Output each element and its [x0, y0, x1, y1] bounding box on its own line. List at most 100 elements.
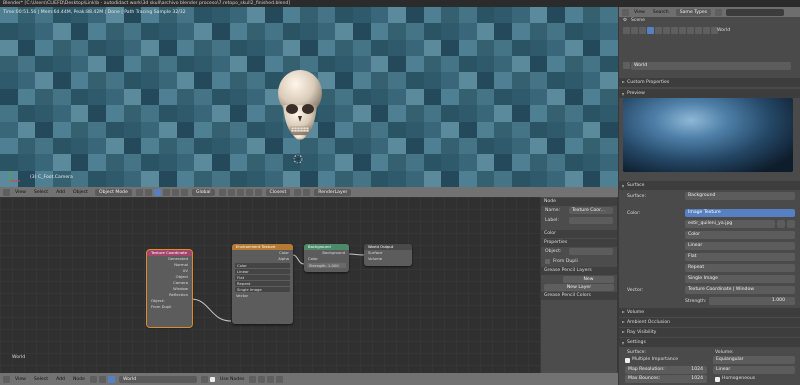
tab-particles-icon[interactable]	[703, 27, 710, 34]
menu-select[interactable]: Select	[31, 377, 51, 382]
color-input-dropdown[interactable]: Image Texture	[685, 209, 795, 217]
menu-view[interactable]: View	[12, 377, 29, 382]
editor-type-icon[interactable]	[3, 188, 10, 196]
3d-viewport[interactable]: Time:00:51.56 | Mem:64.44M, Peak:88.42M …	[0, 7, 618, 187]
image-projection-field[interactable]: Flat	[685, 253, 795, 261]
multiple-importance-checkbox[interactable]	[625, 358, 630, 363]
layer-icon[interactable]	[218, 188, 226, 196]
image-color-field[interactable]: Color	[685, 231, 795, 239]
shader-type-icon[interactable]	[89, 375, 97, 383]
preview-header[interactable]: Preview	[619, 89, 800, 98]
grease-pencil-layers-header[interactable]: Grease Pencil Layers	[541, 267, 617, 275]
world-datablock-field[interactable]: World	[631, 62, 791, 70]
image-extension-field[interactable]: Repeat	[685, 264, 795, 272]
object-field[interactable]	[569, 248, 613, 255]
homogeneous-checkbox[interactable]	[715, 377, 720, 382]
color-section-header[interactable]: Color	[541, 230, 617, 238]
scale-icon[interactable]	[180, 188, 188, 196]
tab-modifiers-icon[interactable]	[671, 27, 678, 34]
backdrop-icon[interactable]	[258, 375, 266, 383]
menu-add[interactable]: Add	[53, 190, 68, 195]
image-datablock-field[interactable]: estir_quileni_ya.jpg	[685, 220, 775, 228]
world-type-icon[interactable]	[107, 375, 115, 383]
custom-properties-header[interactable]: Custom Properties	[619, 78, 800, 87]
menu-view[interactable]: View	[12, 190, 29, 195]
world-field[interactable]: World	[118, 375, 197, 383]
skull-model[interactable]	[275, 69, 325, 147]
editor-type-icon[interactable]	[3, 375, 10, 383]
layer-icon[interactable]	[227, 188, 235, 196]
source-field[interactable]: Single Image	[235, 287, 290, 292]
new-grease-pencil-button[interactable]: New	[563, 276, 614, 283]
render-icon[interactable]	[294, 188, 302, 196]
max-bounces-field[interactable]: Max Bounces: 1024	[625, 375, 707, 383]
snap-dropdown[interactable]: Closest	[265, 188, 291, 196]
filter-icon[interactable]	[715, 8, 723, 16]
editor-type-icon[interactable]	[622, 8, 629, 16]
mode-dropdown[interactable]: Object Mode	[94, 188, 132, 196]
map-resolution-field[interactable]: Map Resolution: 1024	[625, 366, 707, 374]
display-mode-dropdown[interactable]: Same Types	[675, 8, 712, 16]
tab-scene-icon[interactable]	[639, 27, 646, 34]
properties-section-header[interactable]: Properties	[541, 239, 617, 247]
tab-material-icon[interactable]	[687, 27, 694, 34]
open-image-button[interactable]	[787, 220, 795, 228]
menu-node[interactable]: Node	[70, 377, 88, 382]
interpolation-field[interactable]: Linear	[235, 269, 290, 274]
node-section-header[interactable]: Node	[541, 198, 617, 206]
search-field[interactable]	[726, 8, 785, 16]
tab-world-icon[interactable]	[647, 27, 654, 34]
fake-user-icon[interactable]	[200, 375, 208, 383]
menu-add[interactable]: Add	[53, 377, 68, 382]
volume-interpolation-dropdown[interactable]: Linear	[713, 366, 795, 374]
surface-shader-dropdown[interactable]: Background	[685, 192, 795, 200]
menu-view[interactable]: View	[631, 10, 648, 15]
object-type-icon[interactable]	[98, 375, 106, 383]
node-editor[interactable]: Texture Coordinate Generated Normal UV O…	[0, 197, 540, 373]
render-layer-dropdown[interactable]: RenderLayer	[314, 188, 352, 196]
render-icon[interactable]	[303, 188, 311, 196]
layer-icon[interactable]	[236, 188, 244, 196]
volume-sampling-dropdown[interactable]: Equiangular	[713, 356, 795, 364]
strength-field[interactable]: 1.000	[709, 297, 795, 305]
tab-data-icon[interactable]	[679, 27, 686, 34]
3d-cursor-icon[interactable]	[292, 153, 304, 165]
tab-layers-icon[interactable]	[631, 27, 638, 34]
menu-select[interactable]: Select	[31, 190, 51, 195]
from-dupli-checkbox[interactable]	[545, 259, 550, 264]
volume-section-header[interactable]: Volume	[619, 308, 800, 317]
strength-field[interactable]: Strength: 1.000	[307, 263, 346, 268]
vector-input-dropdown[interactable]: Texture Coordinate | Window	[685, 286, 795, 294]
copy-icon[interactable]	[267, 375, 275, 383]
tab-object-icon[interactable]	[655, 27, 662, 34]
rotate-icon[interactable]	[171, 188, 179, 196]
node-name-field[interactable]: Texture Coor...	[569, 207, 613, 214]
orientation-dropdown[interactable]: Global	[191, 188, 215, 196]
grease-pencil-colors-header[interactable]: Grease Pencil Colors	[541, 292, 617, 300]
tab-render-icon[interactable]	[623, 27, 630, 34]
ray-visibility-header[interactable]: Ray Visibility	[619, 328, 800, 337]
menu-object[interactable]: Object	[70, 190, 91, 195]
translate-icon[interactable]	[162, 188, 170, 196]
use-nodes-checkbox[interactable]	[209, 376, 215, 382]
paste-icon[interactable]	[276, 375, 284, 383]
node-label-field[interactable]	[569, 217, 613, 224]
from-dupli-checkbox[interactable]: From Dupli	[147, 304, 192, 310]
tab-constraints-icon[interactable]	[663, 27, 670, 34]
fake-user-button[interactable]	[777, 220, 785, 228]
extension-field[interactable]: Repeat	[235, 281, 290, 286]
magnet-icon[interactable]	[254, 188, 262, 196]
node-texture-coordinate[interactable]: Texture Coordinate Generated Normal UV O…	[146, 249, 193, 328]
node-environment-texture[interactable]: Environment Texture Color Alpha Color Li…	[232, 244, 293, 324]
menu-search[interactable]: Search	[650, 10, 672, 15]
image-interpolation-field[interactable]: Linear	[685, 242, 795, 250]
projection-field[interactable]: Flat	[235, 275, 290, 280]
shading-icon[interactable]	[135, 188, 143, 196]
settings-section-header[interactable]: Settings	[619, 338, 800, 347]
pivot-icon[interactable]	[144, 188, 152, 196]
surface-section-header[interactable]: Surface	[619, 181, 800, 190]
node-background[interactable]: Background Background Color Strength: 1.…	[304, 244, 349, 272]
color-space-field[interactable]: Color	[235, 263, 290, 268]
image-source-field[interactable]: Single Image	[685, 275, 795, 283]
new-layer-button[interactable]: New Layer	[544, 284, 614, 291]
